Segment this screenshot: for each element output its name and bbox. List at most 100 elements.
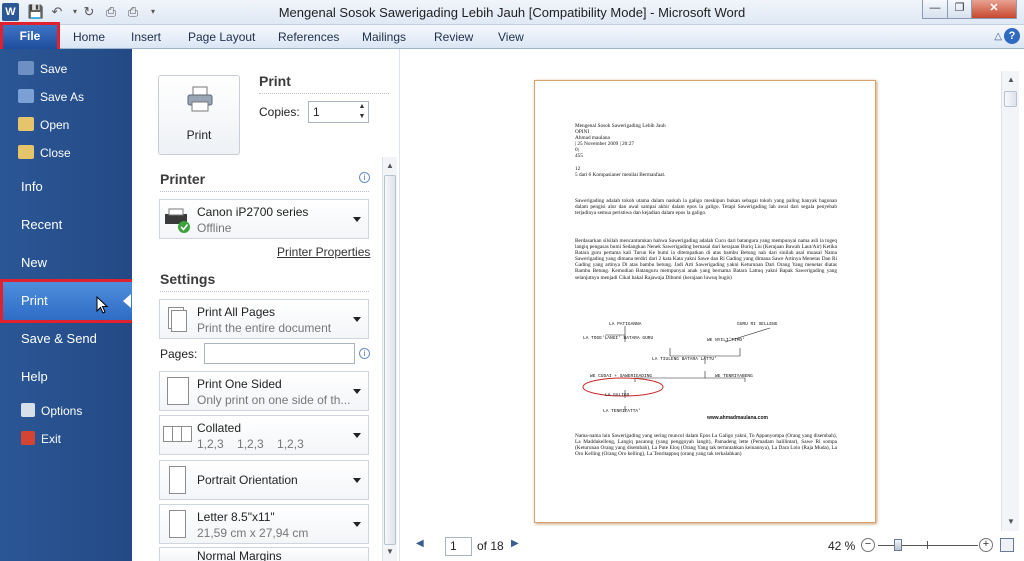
preview-scrollbar[interactable]: ▲ ▼	[1001, 71, 1019, 531]
nav-close-label: Close	[40, 146, 71, 160]
diagram-label: LA GALIGO	[605, 393, 630, 398]
close-icon[interactable]: ✕	[971, 0, 1017, 19]
info-icon[interactable]: i	[359, 348, 370, 359]
print-range-dropdown[interactable]: Print All Pages Print the entire documen…	[159, 299, 369, 339]
divider	[160, 191, 369, 192]
tab-page-layout[interactable]: Page Layout	[188, 30, 255, 44]
diagram-label: WE NYILI'TIMO'	[707, 338, 745, 343]
scroll-up-icon[interactable]: ▲	[1004, 73, 1018, 87]
tab-references[interactable]: References	[278, 30, 339, 44]
paper-size-dropdown[interactable]: Letter 8.5"x11" 21,59 cm x 27,94 cm	[159, 504, 369, 544]
paper-size-title: Letter 8.5"x11"	[197, 510, 275, 524]
save-as-icon	[18, 89, 34, 103]
info-icon[interactable]: i	[359, 172, 370, 183]
nav-exit[interactable]: Exit	[21, 429, 61, 449]
preview-page: Mengenal Sosok Sawerigading Lebih Jauh O…	[534, 80, 876, 523]
restore-icon[interactable]: ❐	[947, 0, 972, 19]
current-page-input[interactable]: 1	[445, 537, 472, 556]
scroll-thumb[interactable]	[1004, 91, 1017, 107]
scroll-up-icon[interactable]: ▲	[383, 159, 397, 173]
nav-new[interactable]: New	[21, 255, 47, 270]
nav-close[interactable]: Close	[18, 143, 71, 163]
collation-title: Collated	[197, 421, 242, 435]
settings-heading: Settings	[160, 271, 216, 287]
mouse-cursor-icon	[96, 296, 108, 314]
nav-save-send[interactable]: Save & Send	[21, 331, 97, 346]
zoom-in-icon[interactable]: +	[979, 538, 993, 552]
zoom-out-icon[interactable]: −	[861, 538, 875, 552]
copies-stepper[interactable]: 1 ▲ ▼	[308, 101, 369, 123]
diagram-watermark: www.ahmadmaulana.com	[707, 415, 768, 421]
spin-up-icon[interactable]: ▲	[358, 103, 366, 111]
margins-title: Normal Margins	[197, 549, 282, 561]
previous-page-icon[interactable]: ◀	[416, 538, 424, 549]
sides-dropdown[interactable]: Print One Sided Only print on one side o…	[159, 371, 369, 411]
settings-scrollbar[interactable]: ▲ ▼	[382, 157, 397, 561]
nav-open[interactable]: Open	[18, 115, 69, 135]
help-icon[interactable]: ?	[1004, 28, 1020, 44]
chevron-down-icon	[353, 317, 361, 322]
printer-name: Canon iP2700 series	[197, 205, 309, 219]
spin-down-icon[interactable]: ▼	[358, 113, 366, 121]
chevron-down-icon	[353, 522, 361, 527]
tab-home[interactable]: Home	[73, 30, 105, 44]
collation-subtitle: 1,2,3 1,2,3 1,2,3	[197, 437, 304, 451]
nav-options[interactable]: Options	[21, 401, 82, 421]
chevron-down-icon	[353, 478, 361, 483]
margins-dropdown[interactable]: Normal Margins	[159, 547, 369, 561]
portrait-icon	[169, 466, 186, 494]
file-tab-highlight	[0, 22, 60, 52]
tab-review[interactable]: Review	[434, 30, 473, 44]
printer-dropdown[interactable]: Canon iP2700 series Offline	[159, 199, 369, 239]
backstage-nav: Save Save As Open Close Info Recent New …	[0, 49, 135, 561]
scroll-down-icon[interactable]: ▼	[1004, 515, 1018, 529]
zoom-slider-track[interactable]	[878, 545, 978, 546]
sides-title: Print One Sided	[197, 377, 282, 391]
open-folder-icon	[18, 117, 34, 131]
minimize-ribbon-icon[interactable]: △	[994, 31, 1002, 42]
collation-dropdown[interactable]: Collated 1,2,3 1,2,3 1,2,3	[159, 415, 369, 455]
title-bar: W 💾 ↶ ▾ ↻ ⎙ ⎙ ▾ Mengenal Sosok Sawerigad…	[0, 0, 1024, 25]
tab-mailings[interactable]: Mailings	[362, 30, 406, 44]
nav-save[interactable]: Save	[18, 59, 67, 79]
diagram-label: LA TIULENG BATARA LATTU'	[652, 357, 717, 362]
nav-save-label: Save	[40, 62, 68, 76]
tab-insert[interactable]: Insert	[131, 30, 161, 44]
orientation-dropdown[interactable]: Portrait Orientation	[159, 460, 369, 500]
pages-icon	[171, 310, 187, 332]
tab-view[interactable]: View	[498, 30, 524, 44]
doc-paragraph: Berdasarkan silsilah mencantumkan bahwa …	[575, 238, 837, 281]
ribbon-tabs: File Home Insert Page Layout References …	[0, 22, 1024, 52]
window-title: Mengenal Sosok Sawerigading Lebih Jauh […	[278, 5, 746, 20]
pages-input[interactable]	[204, 343, 355, 364]
word-window: W 💾 ↶ ▾ ↻ ⎙ ⎙ ▾ Mengenal Sosok Sawerigad…	[0, 0, 1024, 561]
exit-icon	[21, 431, 35, 445]
nav-help[interactable]: Help	[21, 369, 48, 384]
copies-value: 1	[313, 105, 320, 119]
total-pages: of 18	[477, 539, 504, 553]
next-page-icon[interactable]: ▶	[511, 538, 519, 549]
print-button[interactable]: Print	[158, 75, 240, 155]
divider	[259, 93, 389, 94]
nav-save-as[interactable]: Save As	[18, 87, 84, 107]
scroll-down-icon[interactable]: ▼	[383, 545, 397, 559]
zoom-to-page-icon[interactable]	[1000, 538, 1014, 552]
printer-heading: Printer	[160, 171, 206, 187]
nav-recent[interactable]: Recent	[21, 217, 62, 232]
printer-properties-link[interactable]: Printer Properties	[277, 245, 370, 259]
scroll-thumb[interactable]	[384, 175, 396, 545]
nav-info[interactable]: Info	[21, 179, 43, 194]
minimize-icon[interactable]: —	[922, 0, 948, 19]
zoom-slider-thumb[interactable]	[894, 539, 902, 551]
printer-status: Offline	[197, 221, 232, 235]
paper-size-subtitle: 21,59 cm x 27,94 cm	[197, 526, 309, 540]
zoom-level[interactable]: 42 %	[828, 539, 855, 553]
printer-icon	[165, 208, 190, 233]
diagram-label: LA TOGE'LANGI' BATARA GURU	[583, 336, 654, 341]
diagram-label: LA PATIGANNA	[609, 322, 642, 327]
chevron-down-icon	[353, 433, 361, 438]
pages-label: Pages:	[160, 347, 198, 361]
options-icon	[21, 403, 35, 417]
close-folder-icon	[18, 145, 34, 159]
chevron-down-icon	[353, 217, 361, 222]
